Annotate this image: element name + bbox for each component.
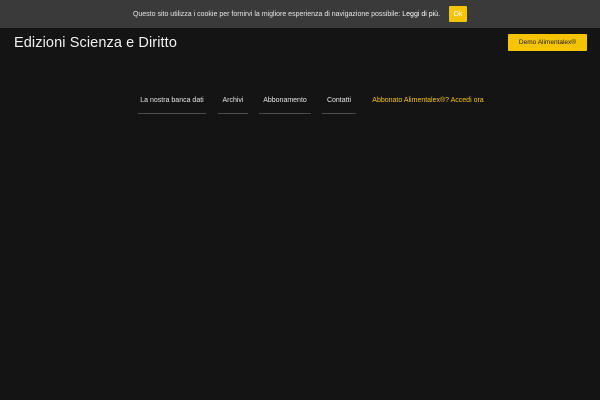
site-title[interactable]: Edizioni Scienza e Diritto <box>14 35 177 51</box>
cookie-message: Questo sito utilizza i cookie per fornir… <box>132 10 401 18</box>
nav-item-archivi[interactable]: Archivi <box>218 97 248 114</box>
nav-item-abbonamento[interactable]: Abbonamento <box>259 97 311 114</box>
nav-item-banca-dati[interactable]: La nostra banca dati <box>138 97 206 114</box>
site-header: Edizioni Scienza e Diritto Demo Alimenta… <box>0 28 600 78</box>
cookie-read-more-link[interactable]: Leggi di più. <box>402 11 440 18</box>
demo-alimentalex-button[interactable]: Demo Alimentalex® <box>508 34 587 51</box>
nav-item-login[interactable]: Abbonato Alimentalex®? Accedi ora <box>368 97 488 113</box>
cookie-banner: Questo sito utilizza i cookie per fornir… <box>0 0 600 28</box>
cookie-ok-button[interactable]: Ok <box>449 6 468 22</box>
main-navigation: La nostra banca dati Archivi Abbonamento… <box>0 97 600 115</box>
nav-item-contatti[interactable]: Contatti <box>322 97 356 114</box>
